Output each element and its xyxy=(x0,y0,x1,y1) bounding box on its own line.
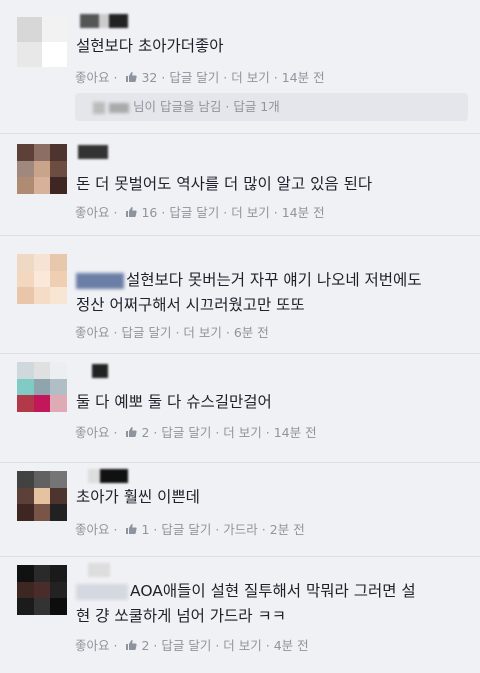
mention-tag[interactable] xyxy=(76,583,128,600)
commenter-name[interactable] xyxy=(92,364,108,378)
like-count: 2 xyxy=(141,638,150,653)
more-button[interactable]: 더 보기 xyxy=(223,635,261,654)
reply-button[interactable]: 답글 달기 xyxy=(161,635,211,654)
avatar[interactable] xyxy=(17,254,67,304)
thumbs-up-icon xyxy=(126,72,138,82)
timestamp: 14분 전 xyxy=(281,205,325,220)
commenter-name[interactable] xyxy=(88,563,110,577)
more-button[interactable]: 더 보기 xyxy=(231,202,269,221)
reply-button[interactable]: 답글 달기 xyxy=(161,519,211,538)
comment-actions: 좋아요 · 16 · 답글 달기 · 더 보기 · 14분 전 xyxy=(75,202,325,221)
timestamp: 14분 전 xyxy=(281,70,325,85)
avatar[interactable] xyxy=(17,565,67,615)
comment-actions: 좋아요 · 2 · 답글 달기 · 더 보기 · 14분 전 xyxy=(75,422,317,441)
like-button[interactable]: 좋아요 xyxy=(75,519,110,538)
reply-button[interactable]: 답글 달기 xyxy=(169,202,219,221)
like-count: 1 xyxy=(141,522,150,537)
reply-author-avatar xyxy=(93,101,105,114)
more-button[interactable]: 가드라 xyxy=(223,519,258,538)
replies-summary-text: 님이 답글을 남김 · 답글 1개 xyxy=(132,99,280,114)
commenter-name[interactable] xyxy=(78,145,108,159)
comment-3: 설현보다 못버는거 자꾸 얘기 나오네 저번에도 정산 어쩌구해서 시끄러웠고만… xyxy=(0,236,480,354)
more-button[interactable]: 더 보기 xyxy=(223,422,261,441)
more-button[interactable]: 더 보기 xyxy=(183,322,221,341)
avatar[interactable] xyxy=(17,144,67,194)
comment-actions: 좋아요 · 답글 달기 · 더 보기 · 6분 전 xyxy=(75,322,269,341)
like-button[interactable]: 좋아요 xyxy=(75,422,110,441)
like-button[interactable]: 좋아요 xyxy=(75,635,110,654)
like-count: 16 xyxy=(141,205,158,220)
replies-summary[interactable]: 님이 답글을 남김 · 답글 1개 xyxy=(75,93,468,121)
comment-actions: 좋아요 · 32 · 답글 달기 · 더 보기 · 14분 전 xyxy=(75,67,325,86)
comment-6: AOA애들이 설현 질투해서 막뭐라 그러면 설 현 걍 쏘쿨하게 넘어 가드라… xyxy=(0,557,480,673)
comment-text: 설현보다 초아가더좋아 xyxy=(76,37,224,55)
thumbs-up-icon xyxy=(126,640,138,650)
like-count: 2 xyxy=(141,425,150,440)
timestamp: 4분 전 xyxy=(273,638,309,653)
reply-button[interactable]: 답글 달기 xyxy=(161,422,211,441)
like-count: 32 xyxy=(141,70,158,85)
avatar[interactable] xyxy=(17,17,67,67)
reply-button[interactable]: 답글 달기 xyxy=(121,322,171,341)
commenter-name[interactable] xyxy=(76,272,124,289)
comment-actions: 좋아요 · 1 · 답글 달기 · 가드라 · 2분 전 xyxy=(75,519,305,538)
like-button[interactable]: 좋아요 xyxy=(75,67,110,86)
commenter-name[interactable] xyxy=(80,14,128,28)
comment-text: 둘 다 예뽀 둘 다 슈스길만걸어 xyxy=(76,393,272,411)
timestamp: 2분 전 xyxy=(269,522,305,537)
more-button[interactable]: 더 보기 xyxy=(231,67,269,86)
comment-text: 설현보다 못버는거 자꾸 얘기 나오네 저번에도 정산 어쩌구해서 시끄러웠고만… xyxy=(76,271,422,314)
comment-1: 설현보다 초아가더좋아 좋아요 · 32 · 답글 달기 · 더 보기 · 14… xyxy=(0,0,480,134)
timestamp: 14분 전 xyxy=(273,425,317,440)
thumbs-up-icon xyxy=(126,524,138,534)
reply-author-name xyxy=(108,102,129,113)
comment-actions: 좋아요 · 2 · 답글 달기 · 더 보기 · 4분 전 xyxy=(75,635,309,654)
thumbs-up-icon xyxy=(126,427,138,437)
like-button[interactable]: 좋아요 xyxy=(75,322,110,341)
timestamp: 6분 전 xyxy=(233,325,269,340)
avatar[interactable] xyxy=(17,362,67,412)
comment-5: 초아가 훨씬 이쁜데 좋아요 · 1 · 답글 달기 · 가드라 · 2분 전 xyxy=(0,463,480,557)
comment-text: 초아가 훨씬 이쁜데 xyxy=(76,488,200,506)
comment-2: 돈 더 못벌어도 역사를 더 많이 알고 있음 된다 좋아요 · 16 · 답글… xyxy=(0,134,480,236)
comment-text: 돈 더 못벌어도 역사를 더 많이 알고 있음 된다 xyxy=(76,175,373,193)
comment-4: 둘 다 예뽀 둘 다 슈스길만걸어 좋아요 · 2 · 답글 달기 · 더 보기… xyxy=(0,354,480,463)
thumbs-up-icon xyxy=(126,207,138,217)
reply-button[interactable]: 답글 달기 xyxy=(169,67,219,86)
avatar[interactable] xyxy=(17,471,67,521)
comment-text: AOA애들이 설현 질투해서 막뭐라 그러면 설 현 걍 쏘쿨하게 넘어 가드라… xyxy=(76,582,416,625)
commenter-name[interactable] xyxy=(88,469,128,483)
like-button[interactable]: 좋아요 xyxy=(75,202,110,221)
